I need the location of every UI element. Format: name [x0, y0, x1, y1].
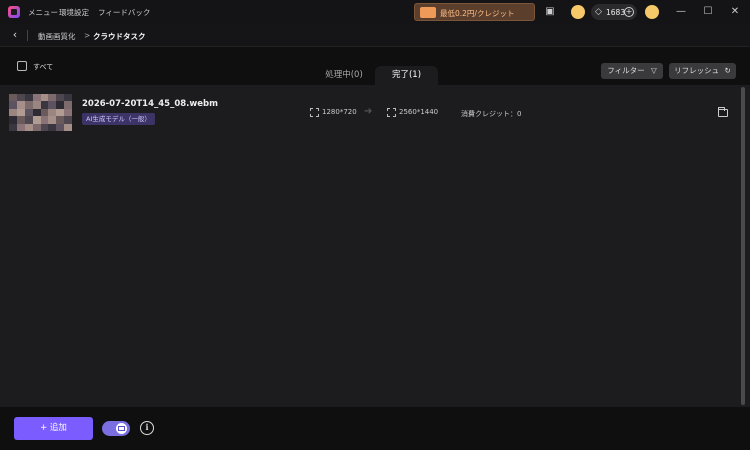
email-notify-toggle[interactable] [102, 421, 130, 436]
filter-funnel-icon: ▽ [650, 66, 657, 75]
thumbnail-pixel [48, 94, 57, 102]
refresh-icon: ↻ [724, 66, 731, 75]
thumbnail-pixel [32, 94, 41, 102]
minimize-icon[interactable]: — [674, 5, 688, 19]
close-icon[interactable]: ✕ [728, 5, 742, 19]
thumbnail-pixel [24, 101, 33, 109]
divider [27, 30, 28, 41]
thumbnail-pixel [16, 108, 25, 117]
back-arrow-icon[interactable]: ‹ [9, 28, 21, 42]
thumbnail-pixel [24, 108, 33, 117]
thumbnail-pixel [24, 123, 33, 131]
mail-icon [118, 426, 125, 431]
thumbnail-pixel [24, 94, 33, 102]
tab-processing[interactable]: 処理中(0) [316, 66, 372, 85]
credits-pill[interactable]: ◇ 1683 + [591, 4, 637, 20]
file-name: 2026-07-20T14_45_08.webm [82, 99, 218, 109]
thumbnail-pixel [9, 101, 17, 109]
thumbnail-pixel [64, 108, 72, 117]
credit-used: 消費クレジット：0 [461, 110, 522, 118]
thumbnail-pixel [40, 116, 49, 124]
breadcrumb: ‹ 動画画質化 > クラウドタスク [0, 24, 750, 47]
thumbnail-pixel [9, 123, 17, 131]
toggle-knob [116, 423, 127, 434]
arrow-right-icon: ➔ [364, 106, 373, 117]
thumbnail-pixel [9, 108, 17, 117]
credits-count: 1683 [606, 8, 626, 17]
thumbnail-pixel [56, 101, 65, 109]
thumbnail-pixel [40, 101, 49, 109]
resolution-icon [310, 108, 319, 117]
thumbnail-pixel [40, 123, 49, 131]
diamond-icon: ◇ [595, 7, 602, 17]
tab-done[interactable]: 完了(1) [375, 66, 438, 85]
info-icon[interactable]: i [140, 421, 154, 435]
thumbnail-pixel [64, 94, 72, 102]
thumbnail-pixel [32, 108, 41, 117]
input-resolution: 1280*720 [322, 108, 357, 116]
task-toolbar: すべて 処理中(0) 完了(1) フィルター ▽ リフレッシュ ↻ [0, 47, 750, 85]
thumbnail-pixel [64, 101, 72, 109]
refresh-button[interactable]: リフレッシュ ↻ [669, 63, 736, 79]
thumbnail-pixel [64, 116, 72, 124]
thumbnail-pixel [48, 101, 57, 109]
add-credits-icon[interactable]: + [624, 7, 634, 17]
thumbnail-pixel [48, 108, 57, 117]
coin-icon[interactable] [571, 5, 585, 19]
thumbnail-pixel [24, 116, 33, 124]
bottom-bar: + 追加 i [0, 407, 750, 450]
thumbnail-pixel [16, 116, 25, 124]
app-logo-icon [8, 6, 20, 18]
thumbnail-pixel [64, 123, 72, 131]
breadcrumb-parent[interactable]: 動画画質化 [38, 31, 76, 42]
add-button[interactable]: + 追加 [14, 417, 93, 440]
open-folder-icon[interactable] [718, 107, 728, 117]
feedback-button[interactable]: フィードバック [98, 7, 150, 18]
thumbnail-pixel [48, 123, 57, 131]
video-thumbnail [9, 94, 72, 131]
thumbnail-pixel [32, 116, 41, 124]
model-badge: AI生成モデル（一般） [82, 113, 155, 125]
thumbnail-pixel [16, 94, 25, 102]
thumbnail-pixel [56, 108, 65, 117]
promo-banner[interactable]: 最低0.2円/クレジット [414, 3, 535, 21]
select-all-checkbox[interactable] [17, 61, 27, 71]
thumbnail-pixel [56, 116, 65, 124]
thumbnail-pixel [9, 94, 17, 102]
filter-label: フィルター [607, 66, 645, 75]
task-list-icon[interactable]: ▣ [543, 5, 557, 19]
gift-icon [420, 7, 436, 18]
thumbnail-pixel [32, 123, 41, 131]
breadcrumb-separator: > [84, 31, 91, 40]
menu-button[interactable]: メニュー [28, 7, 58, 18]
thumbnail-pixel [48, 116, 57, 124]
thumbnail-pixel [56, 94, 65, 102]
thumbnail-pixel [56, 123, 65, 131]
avatar[interactable] [645, 5, 659, 19]
output-resolution: 2560*1440 [399, 108, 439, 116]
settings-button[interactable]: 環境設定 [59, 7, 89, 18]
task-row: 2026-07-20T14_45_08.webm AI生成モデル（一般） 128… [0, 85, 740, 137]
thumbnail-pixel [40, 94, 49, 102]
resolution-icon [387, 108, 396, 117]
thumbnail-pixel [40, 108, 49, 117]
breadcrumb-current: クラウドタスク [93, 32, 146, 41]
task-list-panel: 2026-07-20T14_45_08.webm AI生成モデル（一般） 128… [0, 85, 750, 407]
thumbnail-pixel [9, 116, 17, 124]
scrollbar[interactable] [741, 87, 745, 405]
refresh-label: リフレッシュ [674, 66, 720, 75]
thumbnail-pixel [32, 101, 41, 109]
promo-text: 最低0.2円/クレジット [440, 9, 515, 18]
title-bar: メニュー 環境設定 フィードバック 最低0.2円/クレジット ▣ ◇ 1683 … [0, 0, 750, 24]
thumbnail-pixel [16, 101, 25, 109]
select-all-label[interactable]: すべて [33, 62, 53, 72]
thumbnail-pixel [16, 123, 25, 131]
filter-button[interactable]: フィルター ▽ [601, 63, 663, 79]
maximize-icon[interactable]: ☐ [701, 5, 715, 19]
